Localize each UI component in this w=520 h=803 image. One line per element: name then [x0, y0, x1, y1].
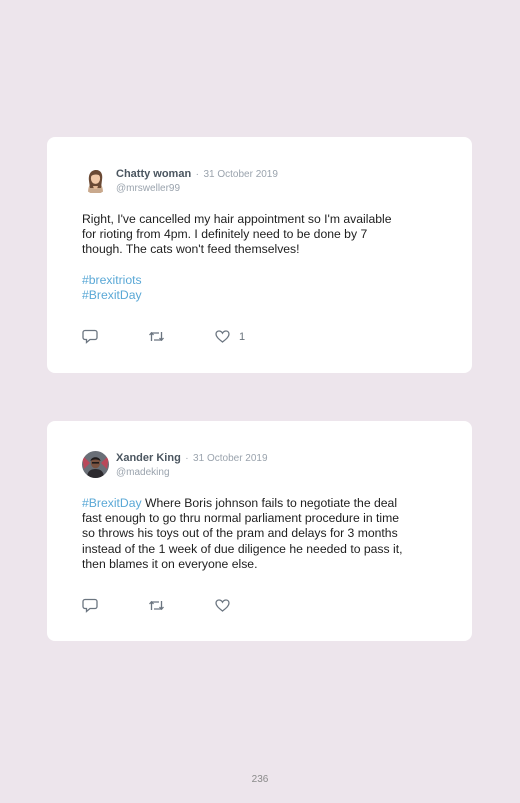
post-date: 31 October 2019: [193, 453, 268, 464]
woman-avatar-icon: [82, 167, 109, 194]
heart-icon: [215, 330, 230, 343]
man-avatar-icon: [82, 451, 109, 478]
retweet-icon: [149, 331, 164, 342]
hashtag-link[interactable]: #BrexitDay: [82, 288, 442, 303]
retweet-icon: [149, 600, 164, 611]
heart-icon: [215, 599, 230, 612]
post-header: Xander King · 31 October 2019 @madeking: [116, 450, 268, 480]
text-line: though. The cats won't feed themselves!: [82, 242, 300, 257]
text-line: instead of the 1 week of due diligence h…: [82, 541, 403, 556]
like-button[interactable]: [215, 599, 230, 612]
reply-button[interactable]: [82, 598, 98, 613]
text-line: Right, I've cancelled my hair appointmen…: [82, 212, 392, 226]
retweet-button[interactable]: [148, 330, 165, 343]
post-text: #BrexitDay Where Boris johnson fails to …: [82, 496, 452, 572]
separator-dot: ·: [195, 169, 199, 180]
author-handle[interactable]: @mrsweller99: [116, 182, 278, 196]
text-line: fast enough to go thru normal parliament…: [82, 511, 400, 526]
like-count: 1: [239, 330, 246, 343]
hashtag-link[interactable]: #brexitriots: [82, 273, 442, 288]
comment-icon: [82, 329, 98, 344]
comment-icon: [82, 598, 98, 613]
separator-dot: ·: [185, 453, 189, 464]
post-date: 31 October 2019: [203, 169, 278, 180]
post-text: Right, I've cancelled my hair appointmen…: [82, 212, 442, 303]
retweet-button[interactable]: [148, 599, 165, 612]
text-line: so throws his toys out of the pram and d…: [82, 526, 398, 541]
reply-button[interactable]: [82, 329, 98, 344]
avatar[interactable]: [82, 167, 109, 194]
avatar[interactable]: [82, 451, 109, 478]
text-line: #BrexitDay Where Boris johnson fails to …: [82, 496, 452, 511]
text-line: then blames it on everyone else.: [82, 556, 258, 571]
page-number: 236: [251, 774, 269, 785]
like-button[interactable]: 1: [215, 330, 245, 343]
author-name[interactable]: Chatty woman: [116, 168, 191, 180]
post-card: Xander King · 31 October 2019 @madeking …: [47, 421, 472, 641]
post-header: Chatty woman · 31 October 2019 @mrswelle…: [116, 166, 278, 196]
author-handle[interactable]: @madeking: [116, 466, 268, 480]
text-fragment: Where Boris johnson fails to negotiate t…: [141, 496, 398, 510]
author-name[interactable]: Xander King: [116, 452, 181, 464]
post-actions: 1: [82, 329, 295, 344]
text-line: for rioting from 4pm. I definitely need …: [82, 227, 368, 242]
hashtag-link[interactable]: #BrexitDay: [82, 496, 142, 510]
post-card: Chatty woman · 31 October 2019 @mrswelle…: [47, 137, 472, 373]
post-actions: [82, 598, 280, 613]
